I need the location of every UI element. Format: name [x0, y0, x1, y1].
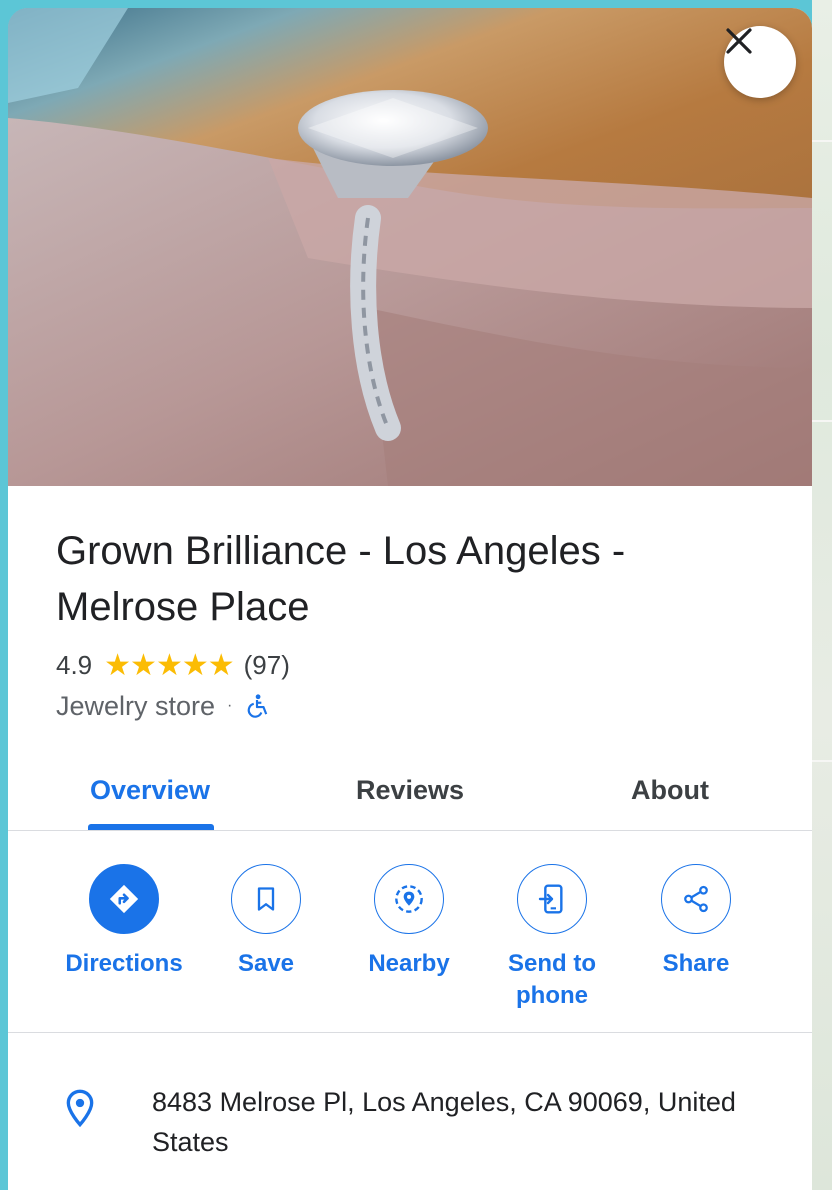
place-tabs: Overview Reviews About [8, 750, 812, 831]
share-label[interactable]: Share [626, 948, 766, 980]
nearby-label[interactable]: Nearby [339, 948, 479, 980]
active-tab-indicator [88, 824, 214, 830]
category-row: Jewelry store · [56, 688, 270, 724]
send-to-phone-button[interactable]: Send to phone [482, 864, 622, 1012]
close-icon [726, 28, 752, 54]
review-count[interactable]: (97) [244, 650, 290, 681]
place-panel: Grown Brilliance - Los Angeles - Melrose… [8, 8, 812, 1190]
bookmark-icon [257, 887, 275, 911]
separator-dot: · [227, 697, 233, 714]
directions-label[interactable]: Directions [54, 948, 194, 980]
place-photo[interactable] [8, 8, 812, 486]
place-title: Grown Brilliance - Los Angeles - Melrose… [56, 529, 626, 629]
send-to-phone-circle[interactable] [517, 864, 587, 934]
map-background[interactable] [812, 0, 832, 1190]
share-button[interactable]: Share [626, 864, 766, 980]
nearby-icon [395, 885, 423, 913]
save-circle[interactable] [231, 864, 301, 934]
ring-photo-illustration [8, 8, 812, 486]
wheelchair-accessible-icon[interactable] [244, 692, 270, 720]
close-button[interactable] [724, 26, 796, 98]
action-buttons: Directions Save Nearby Send to phone Sha… [8, 864, 812, 1032]
rating-row: 4.9 ★★★★★ (97) [56, 648, 290, 682]
rating-value: 4.9 [56, 649, 93, 680]
share-icon [684, 885, 708, 913]
save-label[interactable]: Save [196, 948, 336, 980]
directions-icon [109, 884, 139, 914]
send-to-phone-label[interactable]: Send to phone [482, 948, 622, 1012]
star-rating-icon: ★★★★★ [104, 648, 234, 682]
send-to-phone-icon [538, 884, 563, 914]
section-divider [8, 1032, 812, 1033]
tab-reviews[interactable]: Reviews [330, 750, 490, 830]
nearby-circle[interactable] [374, 864, 444, 934]
share-circle[interactable] [661, 864, 731, 934]
directions-button[interactable]: Directions [54, 864, 194, 980]
nearby-button[interactable]: Nearby [339, 864, 479, 980]
address-row[interactable]: 8483 Melrose Pl, Los Angeles, CA 90069, … [8, 1078, 812, 1178]
address-text[interactable]: 8483 Melrose Pl, Los Angeles, CA 90069, … [152, 1082, 752, 1162]
directions-circle[interactable] [89, 864, 159, 934]
place-category[interactable]: Jewelry store [56, 691, 215, 722]
tab-about[interactable]: About [598, 750, 742, 830]
tab-overview[interactable]: Overview [72, 750, 228, 830]
location-pin-icon [66, 1089, 94, 1128]
save-button[interactable]: Save [196, 864, 336, 980]
